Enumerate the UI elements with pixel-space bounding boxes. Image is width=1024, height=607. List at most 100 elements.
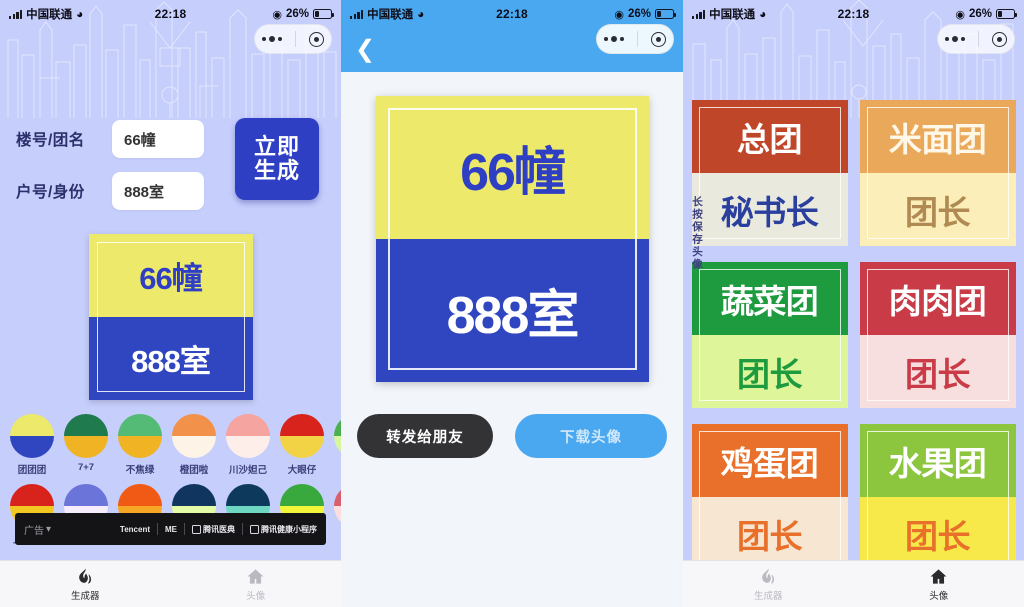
swatch-bottom xyxy=(10,436,54,458)
ad-label[interactable]: 广告 ▾ xyxy=(24,522,51,537)
swatch-label: 团团团 xyxy=(17,465,47,476)
tab-avatar[interactable]: 头像 xyxy=(171,561,342,607)
wechat-capsule-3[interactable] xyxy=(937,24,1015,54)
swatch-label: 橙团啦 xyxy=(179,465,209,476)
swatch-cell[interactable]: 顶流男 xyxy=(334,414,341,476)
generate-line-1: 立即 xyxy=(253,134,300,160)
swatch-cell[interactable]: 7+7 xyxy=(64,414,108,476)
location-icon: ◉ xyxy=(614,8,624,21)
chevron-down-icon[interactable]: ▾ xyxy=(46,524,51,535)
more-options-icon[interactable] xyxy=(261,36,282,42)
swatch-top xyxy=(334,414,341,436)
avatar-bottom-text: 团长 xyxy=(691,335,848,408)
tab-avatar[interactable]: 头像 xyxy=(854,561,1024,607)
color-swatch[interactable] xyxy=(10,414,54,458)
capsule-divider xyxy=(978,31,979,47)
swatch-bottom xyxy=(172,436,216,458)
preview-top-text: 66幢 xyxy=(88,234,253,317)
swatch-cell[interactable]: 橙团啦 xyxy=(172,414,216,476)
color-swatch[interactable] xyxy=(334,414,341,458)
ad-tag-text: 广告 xyxy=(24,525,44,537)
tab-generator[interactable]: 生成器 xyxy=(0,561,171,607)
status-right: ◉ 26% xyxy=(272,8,335,21)
wechat-capsule-2[interactable] xyxy=(596,24,674,54)
wechat-capsule[interactable] xyxy=(254,24,332,54)
swatch-bottom xyxy=(118,436,162,458)
color-swatch[interactable] xyxy=(334,484,341,528)
swatch-bottom xyxy=(226,436,270,458)
bottom-tabbar: 生成器 头像 xyxy=(0,560,341,607)
more-options-icon[interactable] xyxy=(944,36,965,42)
swatch-label: 7+7 xyxy=(77,462,95,473)
battery-percent: 26% xyxy=(627,8,651,20)
swatch-bottom xyxy=(280,436,324,458)
tab-label: 头像 xyxy=(929,590,949,602)
ad-brands: Tencent ME 腾讯医典 腾讯健康小程序 xyxy=(120,523,317,535)
avatar-top-text: 总团 xyxy=(691,100,848,173)
bottom-tabbar-3: 生成器 头像 xyxy=(683,560,1024,607)
ad-divider-3 xyxy=(242,523,243,535)
more-options-icon[interactable] xyxy=(603,36,624,42)
input-room[interactable]: 888室 xyxy=(112,172,204,210)
close-miniprogram-icon[interactable] xyxy=(651,31,667,47)
wifi-icon: ◕ xyxy=(759,7,767,21)
result-card[interactable]: 66幢 888室 xyxy=(375,96,649,382)
label-room: 户号/身份 xyxy=(16,184,85,201)
swatch-label: 不焦绿 xyxy=(125,465,155,476)
chevron-left-icon[interactable]: ❮ xyxy=(355,38,375,62)
brand-health: 腾讯健康小程序 xyxy=(261,524,317,534)
swatch-label: 我想吃 xyxy=(334,532,341,546)
swatch-top xyxy=(64,484,108,506)
color-swatch[interactable] xyxy=(226,414,270,458)
swatch-bottom xyxy=(334,506,341,528)
result-actions: 转发给朋友 下载头像 xyxy=(341,414,683,458)
color-swatch[interactable] xyxy=(64,414,108,458)
swatch-cell[interactable]: 川沙妲己 xyxy=(226,414,270,476)
swatch-cell[interactable]: 不焦绿 xyxy=(118,414,162,476)
avatar-top-text: 蔬菜团 xyxy=(691,262,848,335)
advertisement-bar[interactable]: 广告 ▾ Tencent ME 腾讯医典 腾讯健康小程序 xyxy=(15,513,326,545)
color-swatch[interactable] xyxy=(118,414,162,458)
swatch-top xyxy=(280,414,324,436)
swatch-top xyxy=(334,484,341,506)
panel-generator: 中国联通 ◕ 22:18 ◉ 26% 楼号/团名 66幢 户号/身份 888室 xyxy=(0,0,341,607)
tab-generator[interactable]: 生成器 xyxy=(683,561,854,607)
swatch-cell[interactable]: 团团团 xyxy=(10,414,54,476)
input-building[interactable]: 66幢 xyxy=(112,120,204,158)
close-miniprogram-icon[interactable] xyxy=(309,31,325,47)
avatar-card[interactable]: 鸡蛋团 团长 xyxy=(691,424,848,570)
home-icon xyxy=(929,567,948,586)
avatar-card[interactable]: 米面团 团长 xyxy=(859,100,1016,246)
label-building: 楼号/团名 xyxy=(16,132,85,149)
download-button[interactable]: 下载头像 xyxy=(515,414,667,458)
battery-icon xyxy=(996,9,1018,19)
flame-icon xyxy=(759,567,778,586)
swatch-label: 川沙妲己 xyxy=(228,465,267,476)
battery-icon xyxy=(313,9,335,19)
panel-result: 中国联通 ◕ 22:18 ◉ 26% ❮ 66幢 888室 转发给朋友 下载头像 xyxy=(341,0,683,607)
brand-yidian-chip[interactable]: 腾讯医典 xyxy=(192,524,235,535)
preview-card[interactable]: 66幢 888室 xyxy=(88,234,253,400)
avatar-card[interactable]: 蔬菜团 团长 xyxy=(691,262,848,408)
share-button[interactable]: 转发给朋友 xyxy=(357,414,493,458)
generate-button[interactable]: 立即 生成 xyxy=(235,118,319,200)
swatch-top xyxy=(172,484,216,506)
avatar-card[interactable]: 水果团 团长 xyxy=(859,424,1016,570)
status-left-2: 中国联通 ◕ xyxy=(350,6,424,22)
brand-health-chip[interactable]: 腾讯健康小程序 xyxy=(250,524,317,535)
carrier-label: 中国联通 xyxy=(26,9,73,21)
avatar-card[interactable]: 肉肉团 团长 xyxy=(859,262,1016,408)
long-press-hint: 长按保存头像 xyxy=(691,196,703,271)
swatch-cell[interactable]: 大眼仔 xyxy=(280,414,324,476)
avatar-top-text: 肉肉团 xyxy=(859,262,1016,335)
avatar-top-text: 米面团 xyxy=(859,100,1016,173)
tab-label: 头像 xyxy=(246,590,266,602)
color-swatch[interactable] xyxy=(280,414,324,458)
avatar-card[interactable]: 总团 秘书长 xyxy=(691,100,848,246)
ad-divider-2 xyxy=(184,523,185,535)
swatch-top xyxy=(64,414,108,436)
swatch-cell[interactable]: 我想吃 xyxy=(334,484,341,546)
preview-bottom-text: 888室 xyxy=(88,317,253,400)
color-swatch[interactable] xyxy=(172,414,216,458)
close-miniprogram-icon[interactable] xyxy=(992,31,1008,47)
